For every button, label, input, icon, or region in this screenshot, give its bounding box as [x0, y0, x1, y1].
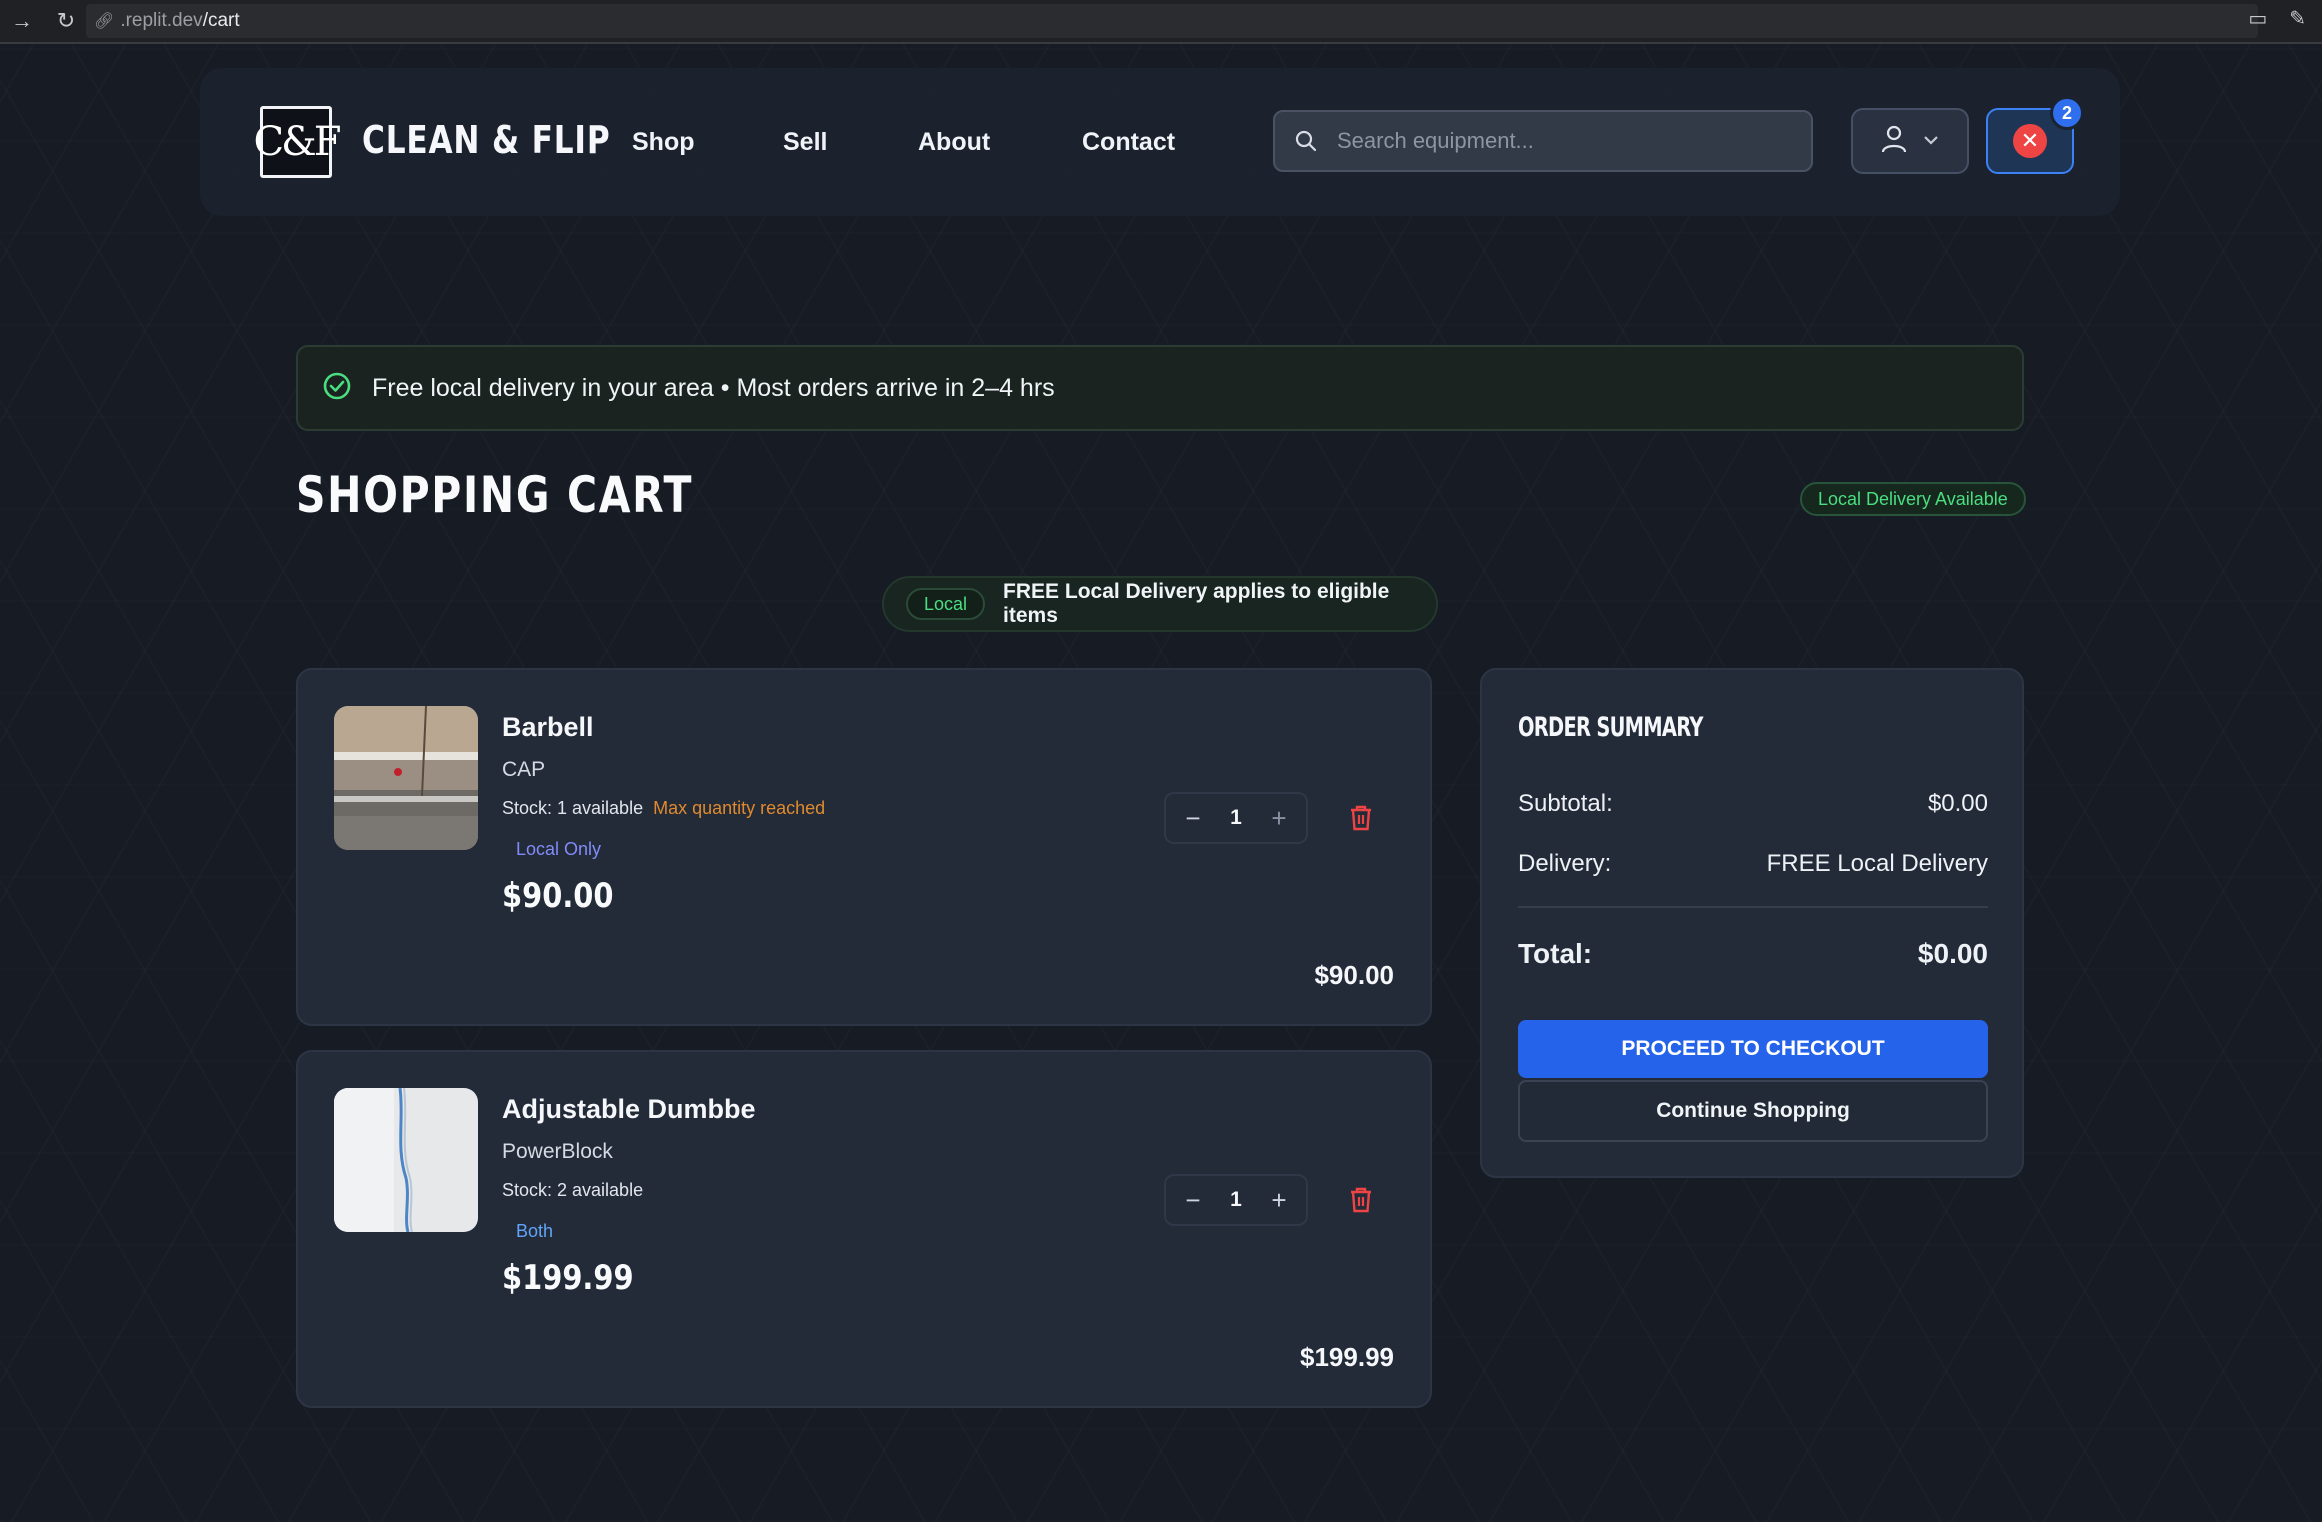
local-delivery-strip: Local FREE Local Delivery applies to eli…	[882, 576, 1438, 632]
total-label: Total:	[1518, 938, 1593, 969]
nav-contact[interactable]: Contact	[1082, 128, 1175, 157]
item-price: $90.00	[502, 876, 614, 916]
item-stock: Stock: 1 available Max quantity reached	[502, 798, 825, 819]
search-icon	[1293, 128, 1319, 154]
line-total: $90.00	[1314, 960, 1394, 990]
reload-icon[interactable]: ↻	[44, 0, 88, 43]
url-host: .replit.dev	[120, 10, 203, 31]
browser-toolbar: → ↻ 🔗︎ .replit.dev/cart ▭ ✎	[0, 0, 2322, 44]
total-value: $0.00	[1917, 938, 1988, 969]
quantity-stepper: − 1 +	[1164, 1174, 1308, 1226]
logo[interactable]: C&F	[254, 106, 341, 178]
summary-title: ORDER SUMMARY	[1518, 712, 1704, 743]
delivery-banner: Free local delivery in your area • Most …	[296, 345, 2024, 431]
local-strip-text: FREE Local Delivery applies to eligible …	[1003, 580, 1390, 627]
line-total: $199.99	[1300, 1342, 1394, 1372]
product-image[interactable]	[334, 1088, 478, 1232]
devices-icon[interactable]: ▭	[2248, 6, 2267, 31]
item-price: $199.99	[502, 1258, 634, 1298]
local-tag: Local	[906, 588, 986, 620]
address-bar[interactable]: 🔗︎ .replit.dev/cart	[86, 4, 2258, 38]
user-icon	[1881, 125, 1907, 158]
delivery-value: FREE Local Delivery	[1766, 850, 1988, 877]
search-box[interactable]	[1273, 110, 1813, 172]
site-header: C&F CLEAN & FLIP Shop Sell About Contact…	[200, 68, 2120, 216]
edit-icon[interactable]: ✎	[2289, 6, 2306, 31]
check-circle-icon	[322, 371, 352, 406]
trash-icon[interactable]	[1348, 1186, 1376, 1214]
url-path: /cart	[202, 10, 240, 31]
banner-text: Free local delivery in your area • Most …	[372, 373, 1055, 402]
subtotal-row: Subtotal: $0.00	[1518, 790, 1988, 818]
item-name[interactable]: Barbell	[502, 712, 594, 743]
item-brand: PowerBlock	[502, 1140, 613, 1163]
checkout-button[interactable]: PROCEED TO CHECKOUT	[1518, 1020, 1988, 1078]
cart-item: Barbell CAP Stock: 1 available Max quanti…	[296, 668, 1432, 1026]
search-input[interactable]	[1337, 128, 1777, 154]
logo-text: C&F	[253, 119, 342, 165]
chevron-down-icon	[1923, 132, 1939, 150]
delivery-row: Delivery: FREE Local Delivery	[1518, 850, 1988, 878]
divider	[1518, 906, 1988, 908]
item-brand: CAP	[502, 758, 546, 781]
total-row: Total: $0.00	[1518, 938, 1988, 970]
delivery-label: Delivery:	[1518, 850, 1612, 877]
cart-item: Adjustable Dumbbe PowerBlock Stock: 2 av…	[296, 1050, 1432, 1408]
delivery-tag: Local Only	[502, 832, 616, 866]
nav-about[interactable]: About	[918, 128, 990, 157]
stock-text: Stock: 1 available	[502, 798, 644, 818]
item-name[interactable]: Adjustable Dumbbe	[502, 1094, 756, 1125]
order-summary: ORDER SUMMARY Subtotal: $0.00 Delivery: …	[1480, 668, 2024, 1178]
plus-icon[interactable]: +	[1264, 803, 1294, 833]
max-quantity-warning: Max quantity reached	[653, 798, 826, 818]
plus-icon[interactable]: +	[1264, 1185, 1294, 1215]
stock-text: Stock: 2 available	[502, 1180, 644, 1200]
nav-sell[interactable]: Sell	[783, 128, 827, 157]
quantity-value: 1	[1230, 806, 1242, 829]
subtotal-label: Subtotal:	[1518, 790, 1613, 817]
continue-shopping-button[interactable]: Continue Shopping	[1518, 1080, 1988, 1142]
product-image[interactable]	[334, 706, 478, 850]
delivery-tag: Both	[502, 1214, 568, 1248]
minus-icon[interactable]: −	[1178, 1185, 1208, 1215]
cart-count-badge: 2	[2050, 96, 2084, 130]
cart-button[interactable]: ✕ 2	[1986, 96, 2084, 174]
forward-icon[interactable]: →	[0, 0, 44, 43]
user-menu-button[interactable]	[1851, 108, 1969, 174]
minus-icon[interactable]: −	[1178, 803, 1208, 833]
quantity-value: 1	[1230, 1188, 1242, 1211]
brand-name[interactable]: CLEAN & FLIP	[362, 118, 610, 162]
quantity-stepper: − 1 +	[1164, 792, 1308, 844]
item-stock: Stock: 2 available	[502, 1180, 643, 1201]
local-delivery-pill: Local Delivery Available	[1800, 482, 2026, 516]
trash-icon[interactable]	[1348, 804, 1376, 832]
close-icon: ✕	[2013, 124, 2047, 158]
subtotal-value: $0.00	[1927, 790, 1988, 817]
page-title: SHOPPING CART	[296, 466, 694, 524]
link-icon: 🔗︎	[94, 13, 115, 30]
nav-shop[interactable]: Shop	[632, 128, 695, 157]
